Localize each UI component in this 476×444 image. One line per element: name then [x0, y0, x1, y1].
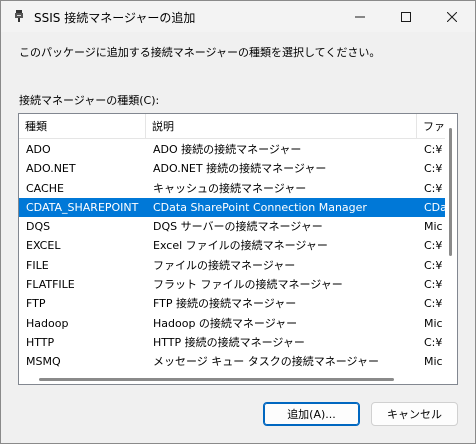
table-row[interactable]: MSMQ メッセージ キュー タスクの接続マネージャー Mic — [19, 352, 445, 371]
cell-type: DQS — [26, 220, 51, 234]
cell-description: FTP 接続の接続マネージャー — [153, 297, 297, 311]
cell-type: ADO — [26, 143, 51, 156]
cell-description: キャッシュの接続マネージャー — [153, 181, 307, 195]
table-row[interactable]: ADO ADO 接続の接続マネージャー C:¥ — [19, 140, 445, 159]
cell-file: C:¥ — [424, 181, 443, 195]
cell-description: メッセージ キュー タスクの接続マネージャー — [153, 355, 380, 369]
table-row[interactable]: FLATFILE フラット ファイルの接続マネージャー C:¥ — [19, 275, 445, 294]
cell-description: HTTP 接続の接続マネージャー — [153, 335, 305, 349]
table-row[interactable]: ADO.NET ADO.NET 接続の接続マネージャー C:¥ — [19, 159, 445, 178]
close-button[interactable] — [429, 1, 475, 32]
table-row[interactable]: CDATA_SHAREPOINT CData SharePoint Connect… — [19, 197, 446, 218]
cell-type: FLATFILE — [26, 278, 75, 292]
cell-type: MSMQ — [26, 355, 61, 369]
cell-type: HTTP — [26, 335, 55, 349]
cell-type: FTP — [26, 297, 46, 311]
table-row[interactable]: FTP FTP 接続の接続マネージャー C:¥ — [19, 294, 445, 313]
minimize-icon — [355, 12, 365, 22]
cell-type: ADO.NET — [26, 162, 76, 176]
horizontal-scroll-thumb[interactable] — [39, 378, 394, 381]
connection-type-list[interactable]: 種類 説明 ファ ADO ADO 接続の接続マネージャー C:¥ ADO.NET ADO… — [18, 113, 458, 385]
ssis-app-icon — [12, 9, 26, 23]
table-row[interactable]: EXCEL Excel ファイルの接続マネージャー C:¥ — [19, 236, 445, 255]
cell-file: Mic — [424, 316, 443, 330]
column-header-type[interactable]: 種類 — [19, 114, 146, 139]
maximize-icon — [401, 11, 411, 22]
window-title: SSIS 接続マネージャーの追加 — [34, 11, 196, 25]
connection-type-label: 接続マネージャーの種類(C): — [19, 94, 160, 107]
vertical-scrollbar[interactable] — [445, 114, 457, 372]
cell-file: C:¥ — [424, 162, 443, 176]
cell-file: C:¥ — [424, 239, 443, 253]
cell-description: DQS サーバーの接続マネージャー — [153, 220, 323, 234]
cell-description: Excel ファイルの接続マネージャー — [153, 239, 328, 253]
cell-description: Hadoop の接続マネージャー — [153, 316, 298, 330]
maximize-button[interactable] — [383, 1, 429, 32]
cell-file: C:¥ — [424, 335, 443, 349]
dialog-window: SSIS 接続マネージャーの追加 このパッケージに追加する接続マネージャーの種類… — [0, 0, 476, 444]
cell-type: EXCEL — [26, 239, 61, 253]
cell-type: CDATA_SHAREPOINT — [26, 200, 139, 214]
cell-file: C:¥ — [424, 143, 443, 156]
column-header-description[interactable]: 説明 — [146, 114, 417, 139]
table-row[interactable]: Hadoop Hadoop の接続マネージャー Mic — [19, 314, 445, 333]
cell-description: ADO.NET 接続の接続マネージャー — [153, 162, 327, 176]
title-bar[interactable]: SSIS 接続マネージャーの追加 — [1, 1, 475, 32]
table-row[interactable]: HTTP HTTP 接続の接続マネージャー C:¥ — [19, 333, 445, 352]
cell-description: フラット ファイルの接続マネージャー — [153, 278, 343, 292]
table-row[interactable]: DQS DQS サーバーの接続マネージャー Mic — [19, 217, 445, 236]
minimize-button[interactable] — [337, 1, 383, 32]
cell-description: CData SharePoint Connection Manager — [153, 200, 367, 214]
list-header: 種類 説明 ファ — [19, 114, 457, 139]
cell-description: ファイルの接続マネージャー — [153, 258, 296, 272]
close-icon — [447, 11, 457, 22]
horizontal-scrollbar[interactable] — [19, 372, 457, 384]
table-row[interactable]: FILE ファイルの接続マネージャー C:¥ — [19, 256, 445, 275]
vertical-scroll-thumb[interactable] — [449, 128, 452, 256]
cell-file: CDa — [424, 200, 446, 214]
cell-file: C:¥ — [424, 258, 443, 272]
list-rows: ADO ADO 接続の接続マネージャー C:¥ ADO.NET ADO.NET 接続の接… — [19, 140, 446, 372]
table-row[interactable]: CACHE キャッシュの接続マネージャー C:¥ — [19, 179, 445, 198]
cell-file: Mic — [424, 355, 443, 369]
cell-type: FILE — [26, 258, 49, 272]
cell-description: ADO 接続の接続マネージャー — [153, 143, 302, 156]
cell-type: Hadoop — [26, 316, 69, 330]
cell-file: Mic — [424, 220, 443, 234]
add-button[interactable]: 追加(A)... — [263, 402, 360, 426]
cell-file: C:¥ — [424, 278, 443, 292]
cell-file: C:¥ — [424, 297, 443, 311]
instruction-text: このパッケージに追加する接続マネージャーの種類を選択してください。 — [19, 46, 381, 59]
cell-type: CACHE — [26, 181, 64, 195]
cancel-button[interactable]: キャンセル — [371, 402, 458, 426]
